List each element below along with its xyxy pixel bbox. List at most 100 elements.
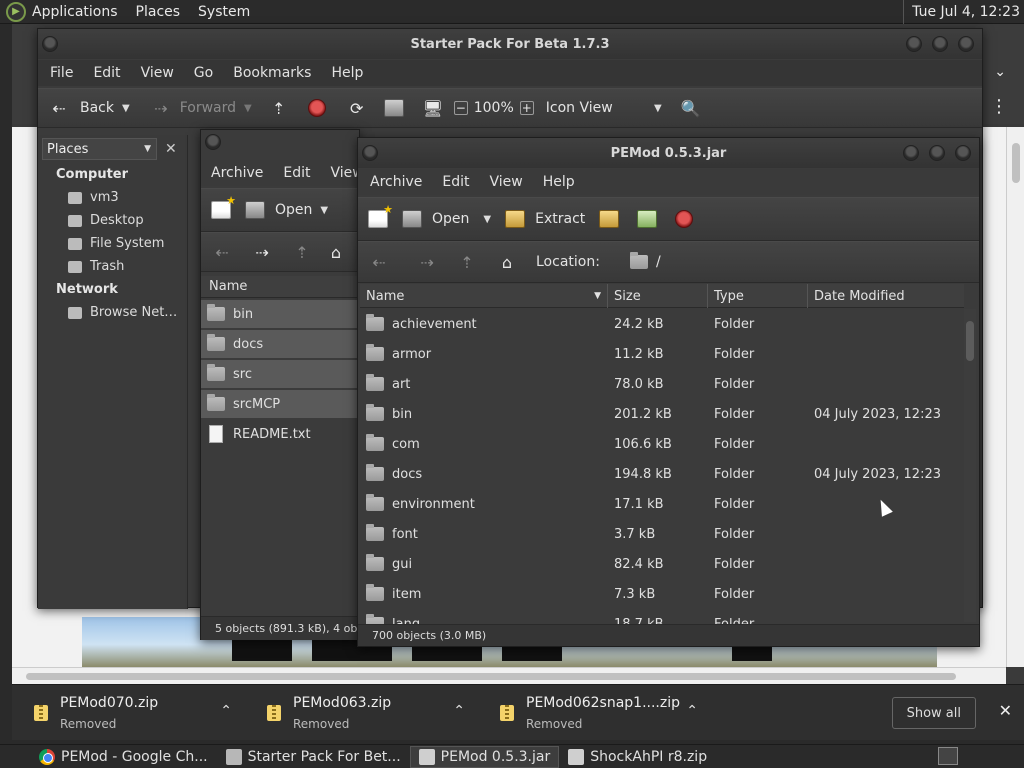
show-all-button[interactable]: Show all — [891, 697, 976, 729]
task-shockahpi[interactable]: ShockAhPI r8.zip — [559, 746, 716, 768]
clock[interactable]: Tue Jul 4, 12:23 — [903, 0, 1024, 24]
add-files-button[interactable] — [599, 210, 620, 228]
add-folder-button[interactable] — [637, 210, 658, 228]
table-row[interactable]: environment 17.1 kB Folder — [360, 489, 964, 519]
home-button[interactable] — [383, 99, 404, 117]
kebab-menu-icon[interactable]: ⋮ — [990, 96, 1008, 117]
menu-go[interactable]: Go — [194, 65, 213, 81]
chevron-up-icon[interactable]: ⌃ — [686, 703, 698, 719]
new-archive-button[interactable] — [211, 194, 236, 219]
maximize-icon[interactable] — [929, 145, 945, 161]
menu-help[interactable]: Help — [543, 174, 575, 190]
task-starter-pack[interactable]: Starter Pack For Bet... — [217, 746, 410, 768]
window-title[interactable]: Starter Pack For Beta 1.7.3 — [38, 29, 982, 59]
list-item[interactable]: src — [201, 360, 361, 388]
sidebar-item-browse-network[interactable]: Browse Net… — [68, 305, 177, 320]
table-row[interactable]: com 106.6 kB Folder — [360, 429, 964, 459]
chevron-up-icon[interactable]: ⌃ — [220, 703, 232, 719]
chevron-down-icon[interactable]: ⌄ — [994, 64, 1006, 80]
stop-button[interactable] — [307, 99, 326, 117]
table-row[interactable]: docs 194.8 kB Folder 04 July 2023, 12:23 — [360, 459, 964, 489]
window-menu-icon[interactable] — [42, 36, 58, 52]
minimize-icon[interactable] — [906, 36, 922, 52]
column-header-size[interactable]: Size — [608, 284, 708, 308]
column-header-name[interactable]: Name — [201, 276, 361, 298]
home-icon[interactable]: ⌂ — [496, 251, 518, 273]
menu-edit[interactable]: Edit — [93, 65, 120, 81]
sidebar-item-desktop[interactable]: Desktop — [68, 213, 144, 228]
column-header-date[interactable]: Date Modified — [808, 284, 964, 308]
back-button[interactable]: ⇠ Back ▼ — [48, 97, 130, 119]
stop-button[interactable] — [675, 210, 694, 228]
window-menu-icon[interactable] — [362, 145, 378, 161]
maximize-icon[interactable] — [932, 36, 948, 52]
back-history-dropdown-icon[interactable]: ▼ — [122, 103, 130, 114]
menu-archive[interactable]: Archive — [370, 174, 422, 190]
table-row[interactable]: bin 201.2 kB Folder 04 July 2023, 12:23 — [360, 399, 964, 429]
browser-horizontal-scrollbar[interactable] — [12, 667, 1006, 684]
system-menu[interactable]: System — [198, 4, 250, 20]
task-chrome[interactable]: PEMod - Google Ch... — [30, 746, 217, 768]
download-item[interactable]: PEMod062snap1....zip Removed ⌃ — [478, 685, 708, 741]
close-icon[interactable] — [958, 36, 974, 52]
browser-vertical-scrollbar[interactable] — [1006, 127, 1024, 667]
places-menu[interactable]: Places — [136, 4, 181, 20]
list-item[interactable]: srcMCP — [201, 390, 361, 418]
menu-archive[interactable]: Archive — [211, 165, 263, 181]
table-row[interactable]: armor 11.2 kB Folder — [360, 339, 964, 369]
task-pemod[interactable]: PEMod 0.5.3.jar — [409, 745, 560, 768]
computer-button[interactable]: 🖥 — [422, 97, 444, 119]
close-icon[interactable]: ✕ — [999, 701, 1012, 720]
open-dropdown-icon[interactable]: ▼ — [483, 214, 491, 225]
column-header-type[interactable]: Type — [708, 284, 808, 308]
window-title[interactable]: PEMod 0.5.3.jar — [358, 138, 979, 168]
zoom-out-button[interactable]: − — [453, 101, 468, 115]
up-button[interactable]: ⇡ — [268, 97, 290, 119]
minimize-icon[interactable] — [903, 145, 919, 161]
up-arrow-icon[interactable]: ⇡ — [456, 251, 478, 273]
forward-arrow-icon[interactable]: ⇢ — [416, 251, 438, 273]
table-row[interactable]: font 3.7 kB Folder — [360, 519, 964, 549]
sidebar-item-file-system[interactable]: File System — [68, 236, 164, 251]
list-item[interactable]: docs — [201, 330, 361, 358]
close-sidebar-icon[interactable]: ✕ — [165, 141, 177, 157]
table-row[interactable]: item 7.3 kB Folder — [360, 579, 964, 609]
download-item[interactable]: PEMod063.zip Removed ⌃ — [245, 685, 475, 741]
view-mode-select[interactable]: Icon View ▼ — [546, 100, 662, 116]
table-row[interactable]: art 78.0 kB Folder — [360, 369, 964, 399]
chevron-up-icon[interactable]: ⌃ — [453, 703, 465, 719]
extract-button[interactable]: Extract — [505, 210, 585, 228]
download-item[interactable]: PEMod070.zip Removed ⌃ — [12, 685, 242, 741]
open-button[interactable]: Open ▼ — [245, 201, 328, 219]
home-icon[interactable]: ⌂ — [325, 241, 347, 263]
search-button[interactable]: 🔍 — [680, 97, 702, 119]
zoom-in-button[interactable]: + — [519, 101, 534, 115]
column-header-name[interactable]: Name ▼ — [360, 284, 608, 308]
menu-bookmarks[interactable]: Bookmarks — [233, 65, 311, 81]
menu-edit[interactable]: Edit — [442, 174, 469, 190]
open-button[interactable]: Open ▼ — [402, 210, 491, 228]
table-row[interactable]: achievement 24.2 kB Folder — [360, 309, 964, 339]
list-item[interactable]: README.txt — [201, 420, 361, 448]
distro-logo-icon[interactable]: ▶ — [6, 1, 26, 22]
forward-arrow-icon[interactable]: ⇢ — [251, 241, 273, 263]
scrollbar-thumb[interactable] — [966, 321, 974, 361]
applications-menu[interactable]: Applications — [32, 4, 118, 20]
sidebar-item-trash[interactable]: Trash — [68, 259, 124, 274]
close-icon[interactable] — [955, 145, 971, 161]
show-desktop-icon[interactable] — [938, 747, 958, 765]
menu-help[interactable]: Help — [331, 65, 363, 81]
menu-view[interactable]: View — [490, 174, 523, 190]
window-menu-icon[interactable] — [205, 134, 221, 150]
menu-file[interactable]: File — [50, 65, 73, 81]
reload-button[interactable]: ⟳ — [346, 97, 368, 119]
forward-history-dropdown-icon[interactable]: ▼ — [244, 103, 252, 114]
up-arrow-icon[interactable]: ⇡ — [291, 241, 313, 263]
back-arrow-icon[interactable]: ⇠ — [368, 251, 390, 273]
places-combo[interactable]: Places — [42, 138, 157, 160]
menu-view[interactable]: View — [141, 65, 174, 81]
location-path[interactable]: / — [656, 254, 661, 270]
sidebar-item-vm3[interactable]: vm3 — [68, 190, 119, 205]
menu-edit[interactable]: Edit — [283, 165, 310, 181]
new-archive-button[interactable] — [368, 203, 393, 228]
